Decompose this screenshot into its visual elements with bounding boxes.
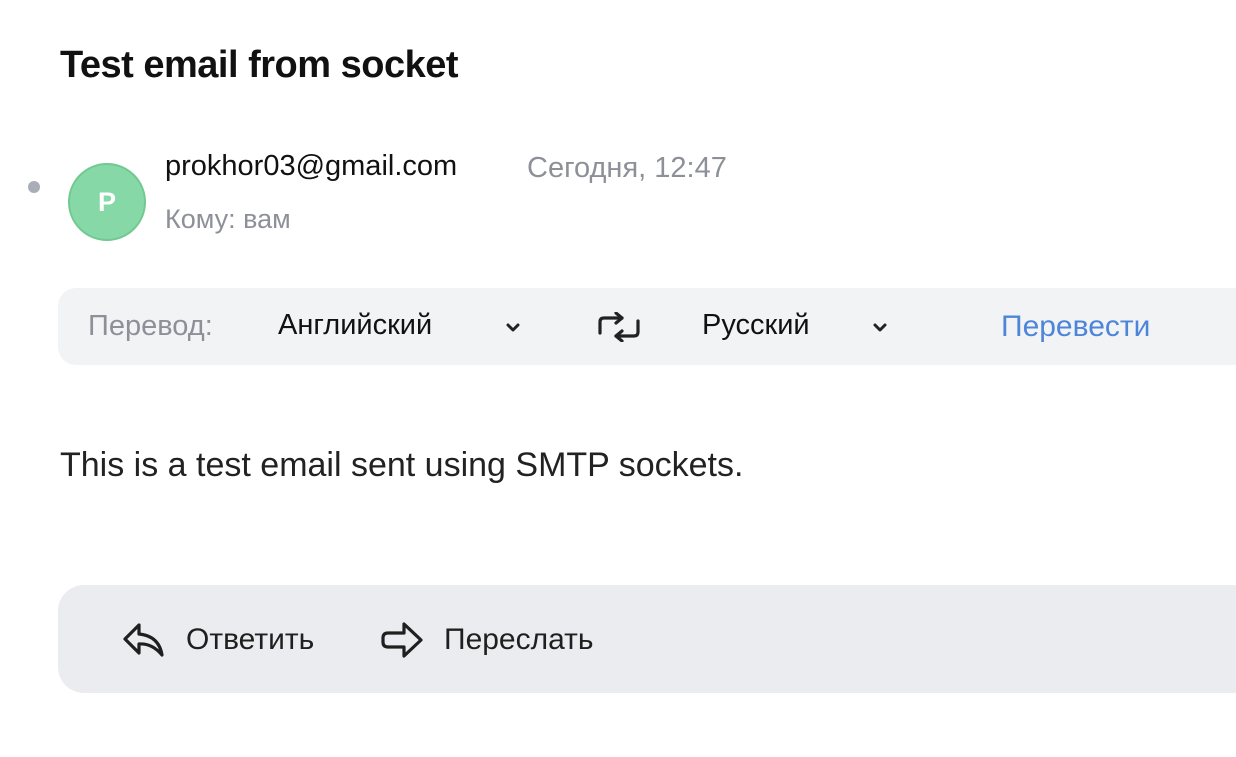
forward-button[interactable]: Переслать — [380, 618, 594, 662]
forward-label: Переслать — [444, 623, 594, 656]
email-body: This is a test email sent using SMTP soc… — [60, 446, 744, 484]
sender-avatar[interactable]: P — [68, 163, 146, 241]
translate-button[interactable]: Перевести — [1001, 310, 1150, 344]
chevron-down-icon[interactable] — [872, 322, 888, 334]
reply-icon — [123, 623, 164, 657]
message-date: Сегодня, 12:47 — [527, 152, 727, 184]
forward-icon — [381, 622, 423, 658]
reply-label: Ответить — [186, 623, 315, 656]
chevron-down-icon[interactable] — [505, 322, 521, 334]
reply-button[interactable]: Ответить — [122, 618, 314, 662]
unread-indicator[interactable] — [28, 181, 40, 193]
source-language-select[interactable]: Английский — [278, 309, 432, 342]
translation-label: Перевод: — [88, 310, 213, 342]
email-subject: Test email from socket — [60, 44, 459, 86]
avatar-letter: P — [97, 186, 116, 217]
recipient-line[interactable]: Кому: вам — [165, 204, 291, 235]
swap-languages-icon[interactable] — [596, 312, 642, 342]
target-language-select[interactable]: Русский — [702, 309, 810, 342]
sender-email[interactable]: prokhor03@gmail.com — [165, 150, 457, 183]
email-view: Test email from socket P prokhor03@gmail… — [0, 0, 1236, 757]
